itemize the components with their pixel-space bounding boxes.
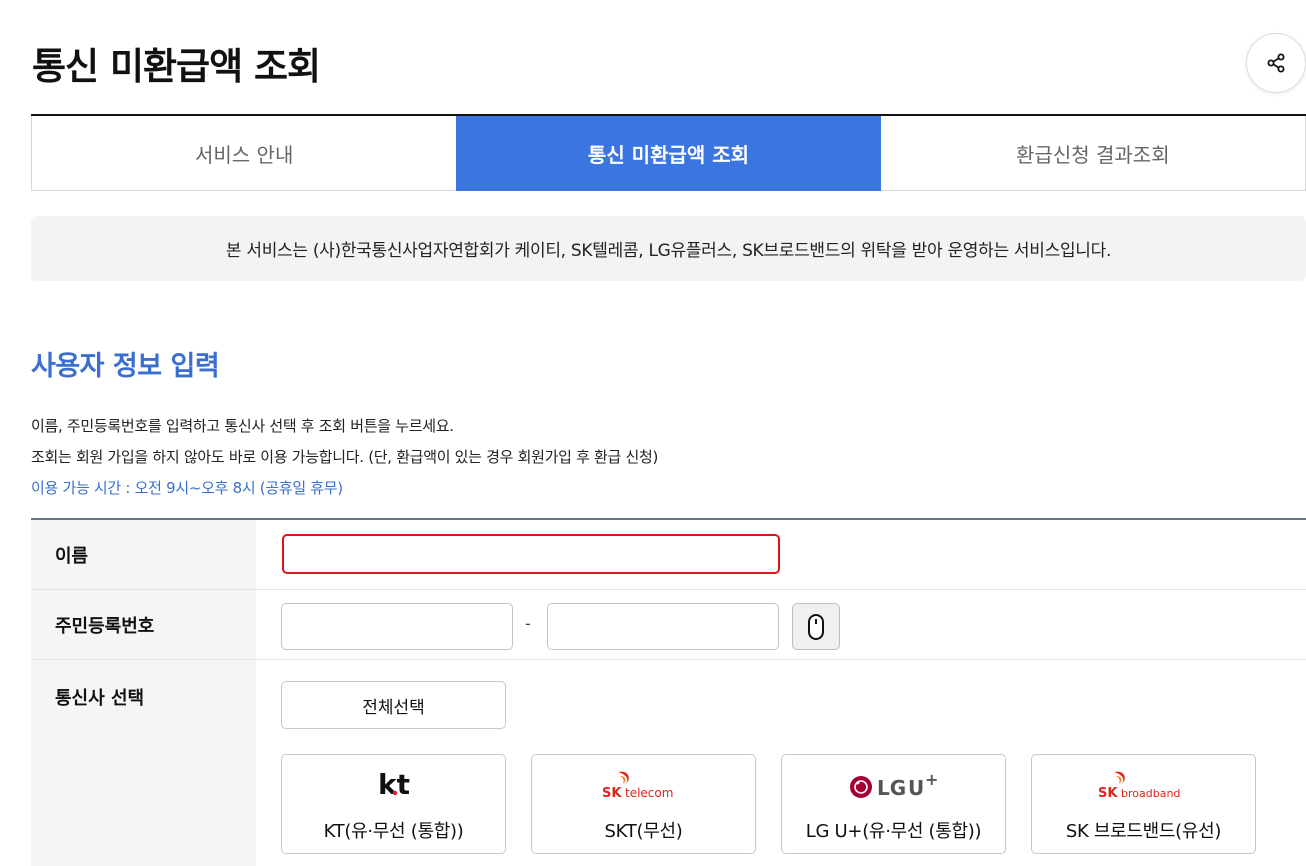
name-label: 이름: [31, 520, 256, 589]
carrier-lguplus-button[interactable]: LG U + LG U+(유·무선 (통합)): [781, 754, 1006, 854]
sk-broadband-logo-icon: SK broadband: [1032, 767, 1255, 803]
service-hours: 이용 가능 시간 : 오전 9시~오후 8시 (공휴일 휴무): [31, 479, 343, 497]
share-button[interactable]: [1246, 33, 1306, 93]
share-icon: [1267, 53, 1285, 73]
rrn-row: 주민등록번호 -: [31, 590, 1306, 660]
virtual-keypad-button[interactable]: [792, 603, 840, 650]
tab-refund-result[interactable]: 환급신청 결과조회: [880, 116, 1306, 191]
name-input[interactable]: [282, 534, 780, 574]
rrn-back-input[interactable]: [547, 603, 779, 650]
tab-unrefunded-lookup[interactable]: 통신 미환급액 조회: [456, 116, 881, 191]
carrier-kt-button[interactable]: kt KT(유·무선 (통합)): [281, 754, 506, 854]
mouse-icon: [808, 613, 824, 640]
sk-telecom-logo-icon: SK telecom: [532, 767, 755, 803]
svg-text:LG: LG: [877, 776, 906, 800]
svg-text:broadband: broadband: [1121, 787, 1180, 800]
user-info-form: 이름 주민등록번호 - 통신사 선택 전체선택 kt KT(유·무선 (통합)): [31, 518, 1306, 866]
carrier-name: LG U+(유·무선 (통합)): [805, 821, 982, 842]
svg-text:U: U: [908, 776, 924, 800]
select-all-button[interactable]: 전체선택: [281, 681, 506, 729]
lg-uplus-logo-icon: LG U +: [782, 767, 1005, 803]
description-line: 조회는 회원 가입을 하지 않아도 바로 이용 가능합니다. (단, 환급액이 …: [31, 448, 659, 466]
carrier-skbroadband-button[interactable]: SK broadband SK 브로드밴드(유선): [1031, 754, 1256, 854]
section-description: 이름, 주민등록번호를 입력하고 통신사 선택 후 조회 버튼을 누르세요. 조…: [31, 411, 658, 504]
carrier-row: 통신사 선택 전체선택 kt KT(유·무선 (통합)) SK telecom: [31, 660, 1306, 866]
kt-logo-icon: kt: [282, 767, 505, 803]
carrier-skt-button[interactable]: SK telecom SKT(무선): [531, 754, 756, 854]
description-line: 이름, 주민등록번호를 입력하고 통신사 선택 후 조회 버튼을 누르세요.: [31, 417, 454, 435]
rrn-label: 주민등록번호: [31, 590, 256, 659]
rrn-front-input[interactable]: [281, 603, 513, 650]
rrn-separator: -: [525, 614, 531, 633]
name-row: 이름: [31, 520, 1306, 590]
carrier-label: 통신사 선택: [31, 660, 256, 866]
tab-service-info[interactable]: 서비스 안내: [31, 116, 457, 191]
svg-text:telecom: telecom: [625, 786, 673, 800]
svg-text:SK: SK: [602, 786, 622, 801]
svg-text:SK: SK: [1098, 786, 1118, 801]
service-notice: 본 서비스는 (사)한국통신사업자연합회가 케이티, SK텔레콤, LG유플러스…: [31, 216, 1306, 281]
section-title: 사용자 정보 입력: [31, 351, 220, 382]
svg-text:kt: kt: [377, 770, 409, 800]
tab-bar: 서비스 안내 통신 미환급액 조회 환급신청 결과조회: [31, 114, 1306, 191]
carrier-name: SK 브로드밴드(유선): [1065, 821, 1222, 842]
carrier-name: KT(유·무선 (통합)): [323, 821, 464, 842]
carrier-name: SKT(무선): [604, 821, 683, 842]
page-title: 통신 미환급액 조회: [32, 45, 321, 88]
svg-text:+: +: [925, 770, 938, 789]
